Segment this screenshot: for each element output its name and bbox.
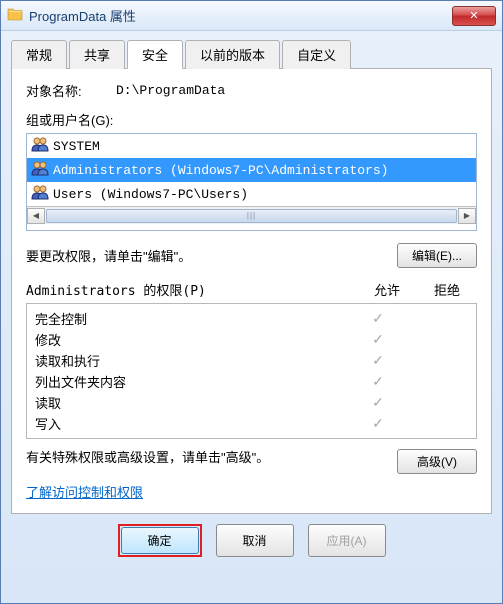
permissions-header-label: Administrators 的权限(P) xyxy=(26,280,357,299)
list-item-label: SYSTEM xyxy=(53,139,100,154)
edit-button[interactable]: 编辑(E)... xyxy=(397,243,477,268)
perm-label: 完全控制 xyxy=(35,309,348,328)
tab-previous[interactable]: 以前的版本 xyxy=(185,40,280,69)
folder-icon xyxy=(7,6,29,25)
users-icon xyxy=(31,160,53,180)
advanced-hint: 有关特殊权限或高级设置，请单击"高级"。 xyxy=(26,449,397,467)
scroll-right-button[interactable]: ▶ xyxy=(458,208,476,224)
list-item-label: Users (Windows7-PC\Users) xyxy=(53,187,248,202)
chevron-right-icon: ▶ xyxy=(464,211,470,220)
object-name-row: 对象名称: D:\ProgramData xyxy=(26,81,477,100)
groups-listbox[interactable]: SYSTEM Administrators (Windows7-PC\Admin… xyxy=(26,133,477,231)
hscrollbar[interactable]: ◀ ||| ▶ xyxy=(27,206,476,224)
tab-security[interactable]: 安全 xyxy=(127,40,183,69)
permissions-list: 完全控制 ✓ 修改 ✓ 读取和执行 ✓ 列出文件夹内容 ✓ xyxy=(26,303,477,439)
window-title: ProgramData 属性 xyxy=(29,6,452,25)
tab-strip: 常规 共享 安全 以前的版本 自定义 xyxy=(11,39,492,69)
perm-row: 列出文件夹内容 ✓ xyxy=(27,371,476,392)
learn-link[interactable]: 了解访问控制和权限 xyxy=(26,485,143,500)
security-panel: 对象名称: D:\ProgramData 组或用户名(G): SYSTEM Ad… xyxy=(11,69,492,514)
edit-row: 要更改权限，请单击"编辑"。 编辑(E)... xyxy=(26,243,477,268)
content-area: 常规 共享 安全 以前的版本 自定义 对象名称: D:\ProgramData … xyxy=(1,31,502,567)
tab-general[interactable]: 常规 xyxy=(11,40,67,69)
allow-check-icon: ✓ xyxy=(348,331,408,348)
perm-label: 修改 xyxy=(35,330,348,349)
ok-button[interactable]: 确定 xyxy=(121,527,199,554)
scroll-thumb[interactable]: ||| xyxy=(46,209,457,223)
perm-row: 完全控制 ✓ xyxy=(27,308,476,329)
list-item[interactable]: Users (Windows7-PC\Users) xyxy=(27,182,476,206)
perm-label: 读取 xyxy=(35,393,348,412)
properties-window: ProgramData 属性 ✕ 常规 共享 安全 以前的版本 自定义 对象名称… xyxy=(0,0,503,604)
close-icon: ✕ xyxy=(469,9,478,22)
ok-highlight: 确定 xyxy=(118,524,202,557)
perm-row: 读取 ✓ xyxy=(27,392,476,413)
advanced-button[interactable]: 高级(V) xyxy=(397,449,477,474)
apply-button[interactable]: 应用(A) xyxy=(308,524,386,557)
edit-hint: 要更改权限，请单击"编辑"。 xyxy=(26,246,397,265)
perm-label: 写入 xyxy=(35,414,348,433)
allow-check-icon: ✓ xyxy=(348,310,408,327)
list-item[interactable]: SYSTEM xyxy=(27,134,476,158)
chevron-left-icon: ◀ xyxy=(33,211,39,220)
list-item-label: Administrators (Windows7-PC\Administrato… xyxy=(53,163,388,178)
titlebar[interactable]: ProgramData 属性 ✕ xyxy=(1,1,502,31)
close-button[interactable]: ✕ xyxy=(452,6,496,26)
perm-row: 读取和执行 ✓ xyxy=(27,350,476,371)
scroll-left-button[interactable]: ◀ xyxy=(27,208,45,224)
groups-label: 组或用户名(G): xyxy=(26,110,477,129)
users-icon xyxy=(31,136,53,156)
perm-row: 写入 ✓ xyxy=(27,413,476,434)
allow-check-icon: ✓ xyxy=(348,415,408,432)
permissions-header: Administrators 的权限(P) 允许 拒绝 xyxy=(26,280,477,299)
cancel-button[interactable]: 取消 xyxy=(216,524,294,557)
object-name-label: 对象名称: xyxy=(26,81,116,100)
allow-check-icon: ✓ xyxy=(348,373,408,390)
perm-label: 读取和执行 xyxy=(35,351,348,370)
list-item[interactable]: Administrators (Windows7-PC\Administrato… xyxy=(27,158,476,182)
tab-sharing[interactable]: 共享 xyxy=(69,40,125,69)
allow-check-icon: ✓ xyxy=(348,394,408,411)
grip-icon: ||| xyxy=(247,211,256,220)
deny-header: 拒绝 xyxy=(417,280,477,299)
object-name-value: D:\ProgramData xyxy=(116,83,225,98)
perm-label: 列出文件夹内容 xyxy=(35,372,348,391)
allow-header: 允许 xyxy=(357,280,417,299)
dialog-buttons: 确定 取消 应用(A) xyxy=(11,514,492,557)
users-icon xyxy=(31,184,53,204)
advanced-row: 有关特殊权限或高级设置，请单击"高级"。 高级(V) xyxy=(26,449,477,474)
perm-row: 修改 ✓ xyxy=(27,329,476,350)
tab-customize[interactable]: 自定义 xyxy=(282,40,351,69)
allow-check-icon: ✓ xyxy=(348,352,408,369)
